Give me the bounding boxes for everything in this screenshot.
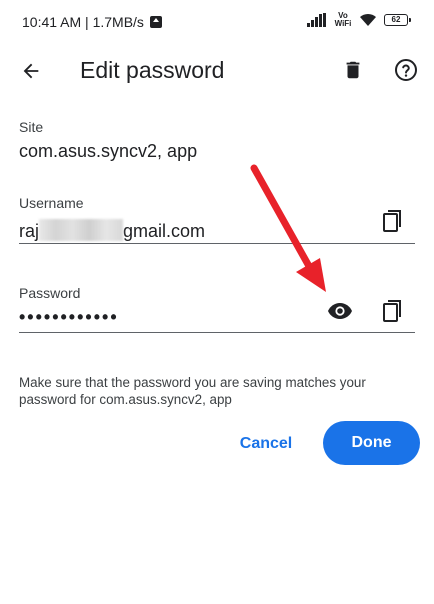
password-label: Password	[19, 285, 81, 301]
delete-button[interactable]	[338, 55, 368, 85]
trash-icon	[346, 61, 360, 79]
status-bar: 10:41 AM | 1.7MB/s Vo WiFi 62	[0, 0, 434, 46]
status-left: 10:41 AM | 1.7MB/s	[22, 14, 162, 30]
copy-username-button[interactable]	[378, 206, 408, 236]
status-right: Vo WiFi 62	[307, 12, 411, 28]
username-field[interactable]: raj gmail.com	[19, 219, 205, 242]
username-underline	[19, 243, 415, 244]
site-value: com.asus.syncv2, app	[19, 141, 198, 161]
done-button[interactable]: Done	[323, 421, 420, 465]
wifi-icon	[360, 13, 376, 26]
battery-level: 62	[391, 15, 401, 24]
password-underline	[19, 332, 415, 333]
vowifi-bottom: WiFi	[334, 19, 352, 28]
arrow-back-icon	[23, 63, 39, 79]
copy-icon	[383, 210, 401, 232]
username-value-suffix: gmail.com	[123, 221, 206, 241]
back-button[interactable]	[16, 56, 46, 86]
eye-icon	[328, 303, 352, 319]
password-field[interactable]: ••••••••••••	[19, 307, 119, 328]
vowifi-indicator: Vo WiFi	[334, 12, 352, 28]
copy-icon	[383, 300, 401, 322]
status-time-speed: 10:41 AM | 1.7MB/s	[22, 14, 144, 30]
cancel-button[interactable]: Cancel	[232, 427, 300, 461]
username-value-prefix: raj	[19, 221, 40, 241]
site-label: Site	[19, 119, 44, 135]
signal-icon	[307, 13, 326, 27]
redacted-blur	[39, 219, 124, 241]
show-password-button[interactable]	[325, 296, 355, 326]
copy-password-button[interactable]	[378, 296, 408, 326]
username-label: Username	[19, 195, 84, 211]
app-bar: Edit password	[0, 46, 434, 94]
battery-icon: 62	[384, 14, 411, 26]
help-circle-icon	[395, 59, 417, 81]
info-text: Make sure that the password you are savi…	[19, 375, 366, 407]
upload-icon	[149, 16, 162, 28]
page-title: Edit password	[80, 57, 225, 83]
help-button[interactable]	[391, 55, 421, 85]
